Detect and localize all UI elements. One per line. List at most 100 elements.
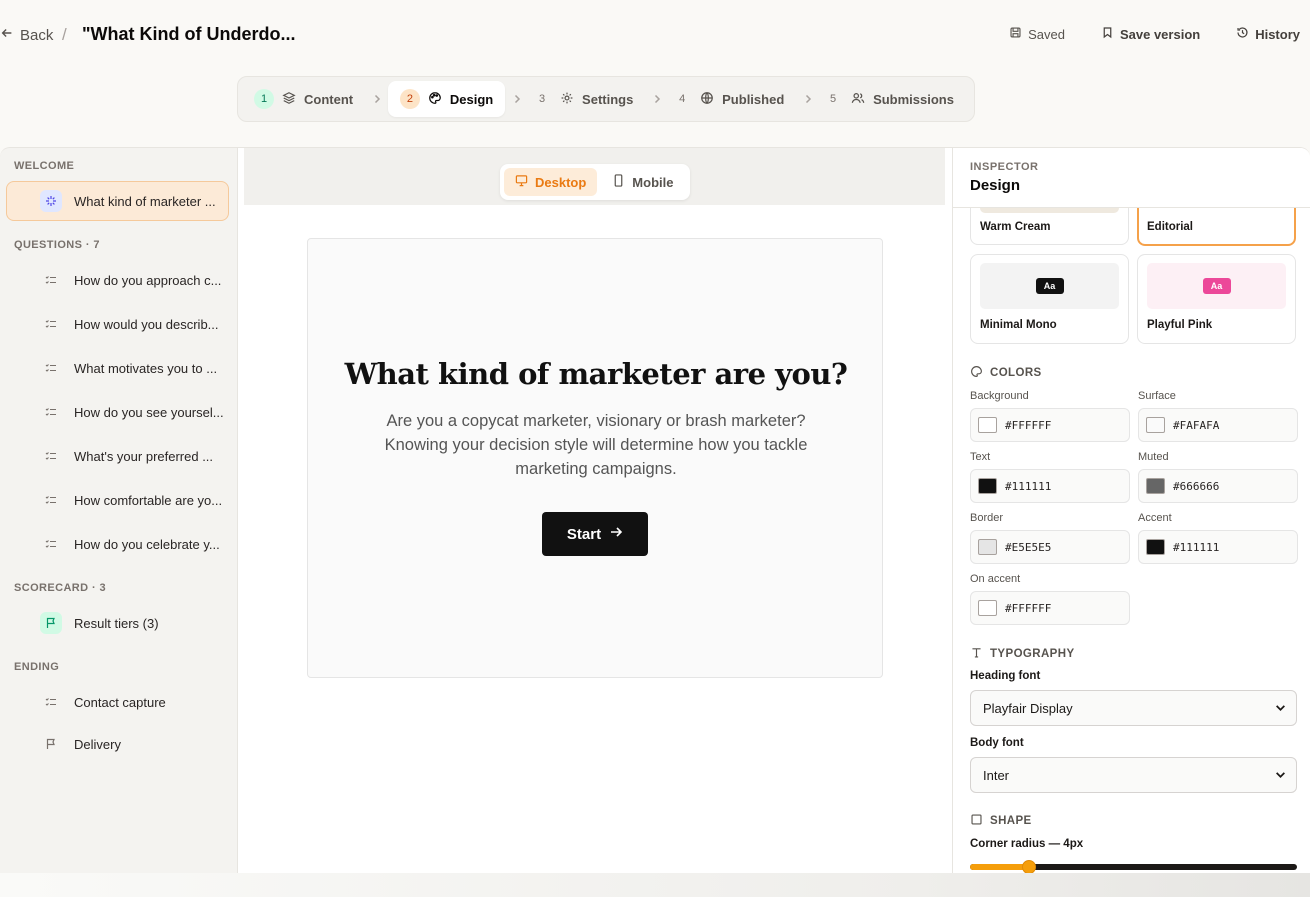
- accent-color-field[interactable]: #111111: [1138, 530, 1298, 564]
- outline-item-result-tiers[interactable]: Result tiers (3): [6, 603, 229, 643]
- save-version-label: Save version: [1119, 26, 1201, 42]
- color-swatch[interactable]: [1146, 417, 1165, 433]
- background-color-label: Background: [970, 390, 1029, 402]
- step-number: 1: [254, 89, 274, 109]
- outline-item-question-1[interactable]: How do you approach c...: [6, 260, 229, 300]
- flag-icon: [40, 733, 62, 755]
- outline-item-welcome[interactable]: What kind of marketer ...: [6, 181, 229, 221]
- surface-color-field[interactable]: #FAFAFA: [1138, 408, 1298, 442]
- body-font-value: Inter: [983, 767, 1010, 783]
- step-published[interactable]: 4 Published: [668, 81, 796, 117]
- outline-item-question-3[interactable]: What motivates you to ...: [6, 348, 229, 388]
- start-label: Start: [566, 525, 602, 543]
- monitor-icon: [515, 174, 528, 190]
- text-color-field[interactable]: #111111: [970, 469, 1130, 503]
- color-swatch[interactable]: [978, 417, 997, 433]
- outline-item-label: How would you describ...: [74, 316, 219, 332]
- colors-section-label: COLORS: [970, 365, 1042, 381]
- desktop-label: Desktop: [535, 174, 587, 190]
- colors-label: COLORS: [990, 367, 1042, 379]
- save-disk-icon: [1009, 26, 1022, 42]
- outline-item-contact-capture[interactable]: Contact capture: [6, 682, 229, 722]
- mobile-toggle-button[interactable]: Mobile: [601, 168, 684, 196]
- globe-icon: [700, 91, 714, 108]
- body-font-select[interactable]: Inter: [970, 757, 1297, 793]
- section-ending: ENDING: [14, 661, 60, 673]
- top-bar: Back / "What Kind of Underdo... Saved Sa…: [0, 0, 1310, 70]
- color-swatch[interactable]: [1146, 539, 1165, 555]
- outline-item-label: What kind of marketer ...: [74, 193, 216, 209]
- chevron-down-icon: [1275, 768, 1286, 783]
- list-check-icon: [40, 489, 62, 511]
- step-label: Published: [722, 91, 785, 107]
- list-check-icon: [40, 269, 62, 291]
- step-submissions[interactable]: 5 Submissions: [819, 81, 966, 117]
- window-bottom-edge: [0, 873, 1310, 897]
- slider-thumb[interactable]: [1022, 860, 1036, 873]
- color-swatch[interactable]: [978, 478, 997, 494]
- heading-font-label: Heading font: [970, 670, 1041, 682]
- outline-item-question-5[interactable]: What's your preferred ...: [6, 436, 229, 476]
- background-color-field[interactable]: #FFFFFF: [970, 408, 1130, 442]
- outline-item-question-6[interactable]: How comfortable are yo...: [6, 480, 229, 520]
- inspector-title: Design: [970, 177, 1021, 194]
- chevron-right-icon: [645, 94, 668, 104]
- chevron-down-icon: [1275, 701, 1286, 716]
- outline-item-label: Result tiers (3): [74, 615, 159, 631]
- outline-item-label: How do you celebrate y...: [74, 536, 220, 552]
- theme-name: Minimal Mono: [980, 319, 1057, 331]
- bookmark-icon: [1101, 26, 1114, 42]
- theme-card-playful-pink[interactable]: Aa Playful Pink: [1137, 254, 1296, 344]
- theme-aa-badge: Aa: [1035, 278, 1064, 294]
- color-value: #FFFFFF: [1005, 601, 1052, 615]
- typography-label: TYPOGRAPHY: [990, 648, 1075, 660]
- theme-card-minimal-mono[interactable]: Aa Minimal Mono: [970, 254, 1129, 344]
- step-content[interactable]: 1 Content: [250, 81, 365, 117]
- list-check-icon: [40, 533, 62, 555]
- color-value: #FFFFFF: [1005, 418, 1052, 432]
- back-button[interactable]: Back: [0, 26, 53, 44]
- section-scorecard: SCORECARD · 3: [14, 582, 106, 594]
- welcome-screen-preview[interactable]: What kind of marketer are you? Are you a…: [307, 238, 883, 678]
- border-color-field[interactable]: #E5E5E5: [970, 530, 1130, 564]
- save-version-button[interactable]: Save version: [1101, 26, 1200, 42]
- square-icon: [970, 813, 983, 829]
- step-number: 5: [830, 93, 837, 105]
- history-button[interactable]: History: [1236, 26, 1300, 42]
- theme-name: Playful Pink: [1147, 319, 1213, 331]
- palette-icon: [428, 91, 442, 108]
- start-button[interactable]: Start: [542, 512, 648, 556]
- color-value: #111111: [1173, 540, 1220, 554]
- users-icon: [851, 91, 865, 108]
- inspector-kicker: INSPECTOR: [970, 161, 1039, 173]
- on-accent-color-field[interactable]: #FFFFFF: [970, 591, 1130, 625]
- arrow-right-icon: [609, 525, 623, 543]
- outline-item-delivery[interactable]: Delivery: [6, 724, 229, 764]
- muted-color-label: Muted: [1138, 451, 1169, 463]
- outline-item-label: Contact capture: [74, 694, 166, 710]
- heading-font-select[interactable]: Playfair Display: [970, 690, 1297, 726]
- back-label: Back: [20, 26, 54, 44]
- document-title[interactable]: "What Kind of Underdo...: [82, 24, 296, 45]
- color-swatch[interactable]: [978, 600, 997, 616]
- canvas-toolbar: Desktop Mobile: [244, 148, 945, 205]
- section-welcome: WELCOME: [14, 160, 75, 172]
- desktop-toggle-button[interactable]: Desktop: [504, 168, 598, 196]
- color-swatch[interactable]: [978, 539, 997, 555]
- corner-radius-slider[interactable]: [970, 860, 1297, 873]
- muted-color-field[interactable]: #666666: [1138, 469, 1298, 503]
- outline-item-question-4[interactable]: How do you see yoursel...: [6, 392, 229, 432]
- outline-item-question-2[interactable]: How would you describ...: [6, 304, 229, 344]
- outline-item-question-7[interactable]: How do you celebrate y...: [6, 524, 229, 564]
- step-settings[interactable]: 3 Settings: [528, 81, 645, 117]
- accent-color-label: Accent: [1138, 512, 1172, 524]
- step-label: Submissions: [873, 91, 954, 107]
- breadcrumb-separator: /: [62, 25, 67, 44]
- saved-label: Saved: [1028, 26, 1065, 42]
- preview-heading: What kind of marketer are you?: [344, 357, 848, 391]
- type-icon: [970, 646, 983, 662]
- chevron-right-icon: [796, 94, 819, 104]
- color-swatch[interactable]: [1146, 478, 1165, 494]
- color-value: #111111: [1005, 479, 1052, 493]
- step-design[interactable]: 2 Design: [387, 81, 506, 117]
